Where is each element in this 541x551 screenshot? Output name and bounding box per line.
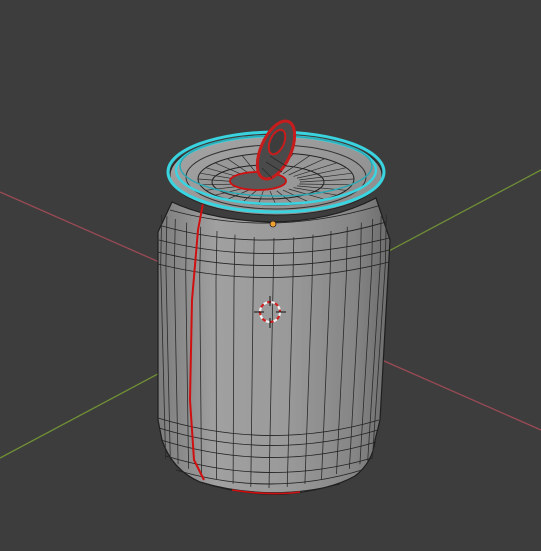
object-origin (269, 220, 277, 228)
viewport-canvas[interactable] (0, 0, 541, 551)
soda-can-mesh[interactable] (157, 116, 391, 495)
3d-viewport[interactable] (0, 0, 541, 551)
